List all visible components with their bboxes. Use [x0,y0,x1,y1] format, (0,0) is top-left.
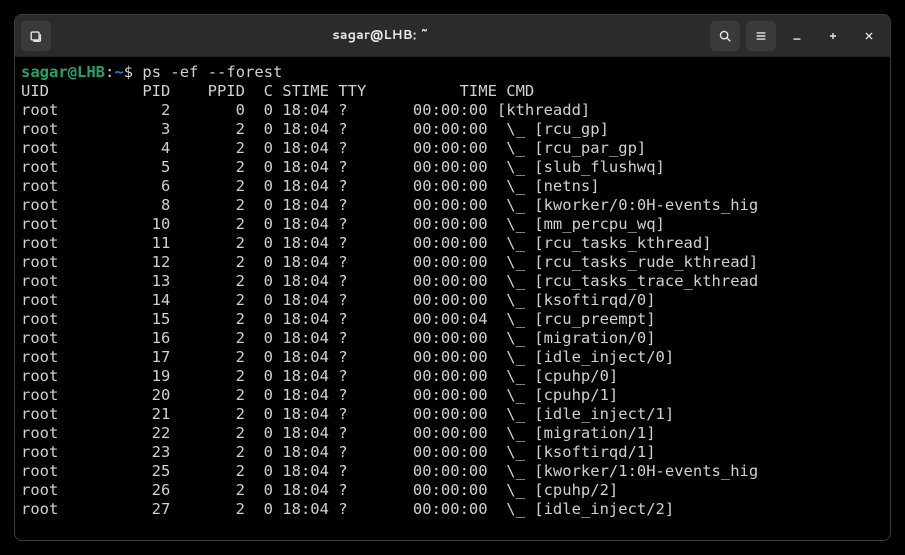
ps-row: root 8 2 0 18:04 ? 00:00:00 \_ [kworker/… [21,196,884,215]
search-button[interactable] [710,21,740,51]
new-tab-button[interactable] [21,21,51,51]
ps-row: root 6 2 0 18:04 ? 00:00:00 \_ [netns] [21,177,884,196]
search-icon [718,29,732,43]
ps-row: root 13 2 0 18:04 ? 00:00:00 \_ [rcu_tas… [21,272,884,291]
prompt-user: sagar [21,63,68,81]
prompt-symbol: $ [124,63,143,81]
maximize-button[interactable] [818,21,848,51]
ps-row: root 3 2 0 18:04 ? 00:00:00 \_ [rcu_gp] [21,120,884,139]
titlebar: sagar@LHB: ~ [15,15,890,57]
prompt-path: ~ [114,63,123,81]
ps-row: root 12 2 0 18:04 ? 00:00:00 \_ [rcu_tas… [21,253,884,272]
prompt-colon: : [105,63,114,81]
maximize-icon [826,29,840,43]
ps-row: root 4 2 0 18:04 ? 00:00:00 \_ [rcu_par_… [21,139,884,158]
ps-row: root 5 2 0 18:04 ? 00:00:00 \_ [slub_flu… [21,158,884,177]
menu-button[interactable] [746,21,776,51]
ps-row: root 22 2 0 18:04 ? 00:00:00 \_ [migrati… [21,424,884,443]
command-text: ps -ef --forest [142,63,282,81]
window-title: sagar@LHB: ~ [57,26,704,45]
ps-row: root 20 2 0 18:04 ? 00:00:00 \_ [cpuhp/1… [21,386,884,405]
ps-row: root 25 2 0 18:04 ? 00:00:00 \_ [kworker… [21,462,884,481]
terminal-window: sagar@LHB: ~ sagar [14,14,891,541]
ps-row: root 10 2 0 18:04 ? 00:00:00 \_ [mm_perc… [21,215,884,234]
minimize-button[interactable] [782,21,812,51]
ps-row: root 19 2 0 18:04 ? 00:00:00 \_ [cpuhp/0… [21,367,884,386]
ps-row: root 14 2 0 18:04 ? 00:00:00 \_ [ksoftir… [21,291,884,310]
prompt-host: LHB [77,63,105,81]
prompt-at: @ [68,63,77,81]
ps-header: UID PID PPID C STIME TTY TIME CMD [21,82,884,101]
ps-row: root 23 2 0 18:04 ? 00:00:00 \_ [ksoftir… [21,443,884,462]
close-icon [862,29,876,43]
prompt-line: sagar@LHB:~$ ps -ef --forest [21,63,884,82]
ps-row: root 21 2 0 18:04 ? 00:00:00 \_ [idle_in… [21,405,884,424]
ps-row: root 11 2 0 18:04 ? 00:00:00 \_ [rcu_tas… [21,234,884,253]
close-button[interactable] [854,21,884,51]
ps-row: root 17 2 0 18:04 ? 00:00:00 \_ [idle_in… [21,348,884,367]
ps-row: root 27 2 0 18:04 ? 00:00:00 \_ [idle_in… [21,500,884,519]
minimize-icon [790,29,804,43]
ps-row: root 15 2 0 18:04 ? 00:00:04 \_ [rcu_pre… [21,310,884,329]
hamburger-icon [754,29,768,43]
terminal-body[interactable]: sagar@LHB:~$ ps -ef --forestUID PID PPID… [15,57,890,540]
ps-row: root 26 2 0 18:04 ? 00:00:00 \_ [cpuhp/2… [21,481,884,500]
ps-row: root 16 2 0 18:04 ? 00:00:00 \_ [migrati… [21,329,884,348]
new-tab-icon [29,29,43,43]
ps-row: root 2 0 0 18:04 ? 00:00:00 [kthreadd] [21,101,884,120]
